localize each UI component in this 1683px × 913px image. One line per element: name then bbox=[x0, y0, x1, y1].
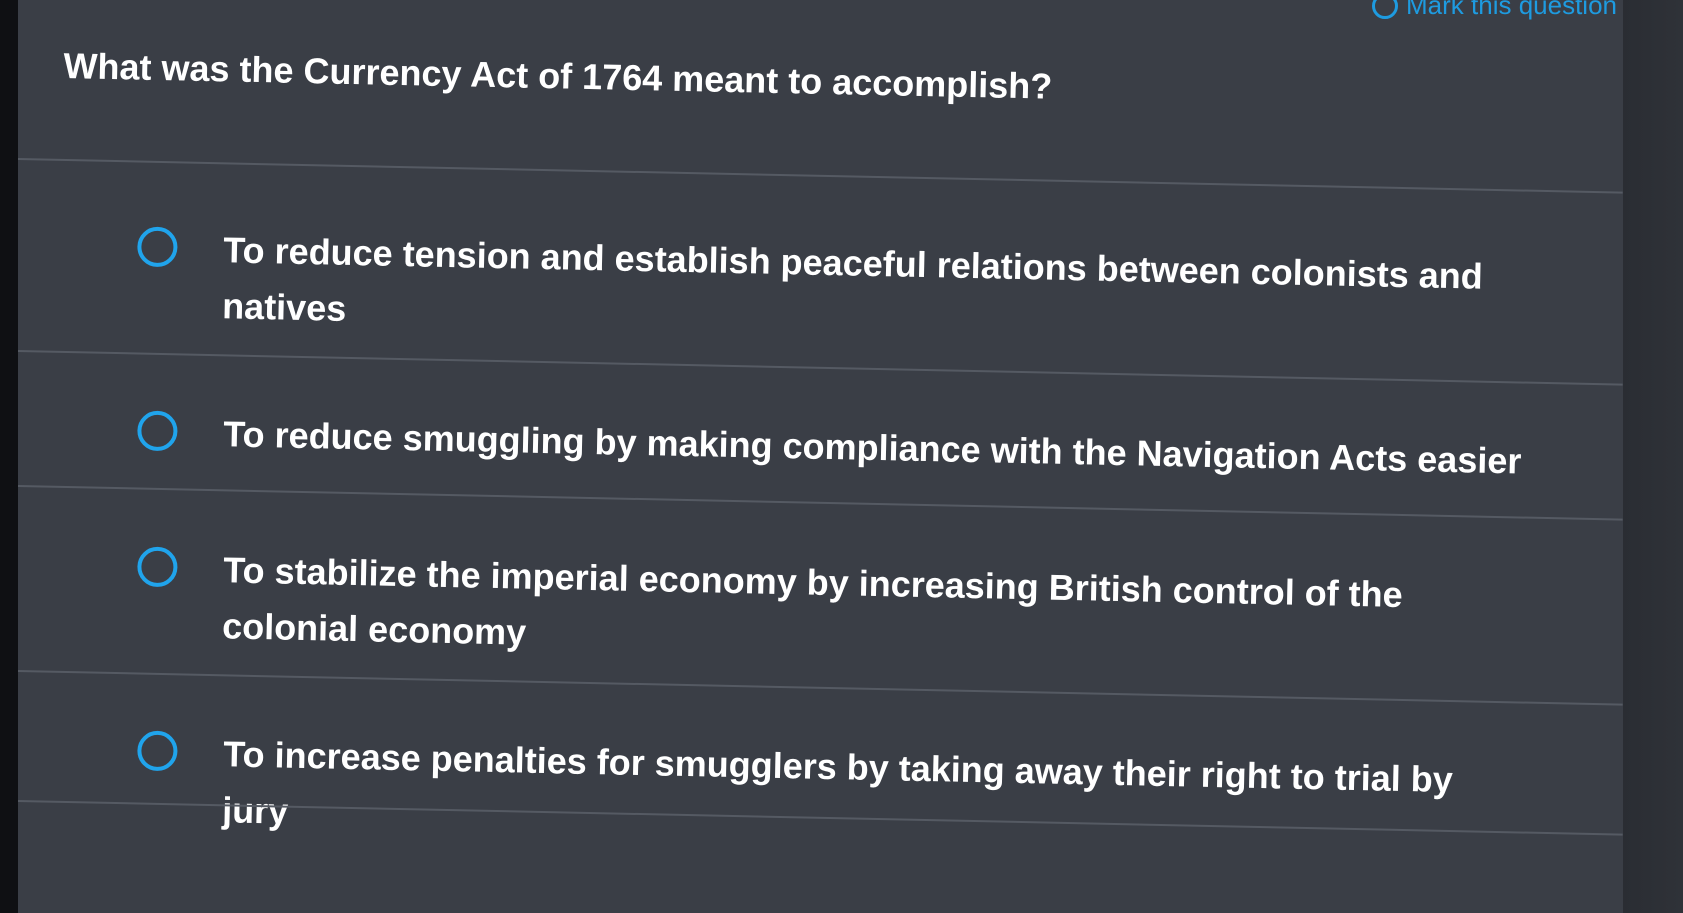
radio-button-icon[interactable] bbox=[137, 226, 178, 268]
divider bbox=[17, 158, 1623, 194]
monitor-bezel bbox=[0, 0, 18, 913]
answer-option-label: To stabilize the imperial economy by inc… bbox=[221, 549, 1404, 653]
background-right-edge bbox=[1623, 0, 1683, 913]
radio-button-icon[interactable] bbox=[137, 410, 178, 452]
answer-option-label: To reduce smuggling by making compliance… bbox=[222, 413, 1522, 482]
radio-button-icon[interactable] bbox=[137, 730, 178, 772]
answer-option-label: To increase penalties for smugglers by t… bbox=[221, 733, 1454, 832]
answer-option-1[interactable]: To reduce tension and establish peaceful… bbox=[16, 218, 1608, 363]
answer-option-label: To reduce tension and establish peaceful… bbox=[221, 229, 1484, 329]
screen: Mark this question What was the Currency… bbox=[0, 0, 1683, 913]
mark-question-button[interactable]: Mark this question bbox=[1372, 0, 1617, 21]
divider bbox=[17, 485, 1623, 521]
radio-button-icon[interactable] bbox=[137, 546, 178, 588]
answer-option-3[interactable]: To stabilize the imperial economy by inc… bbox=[16, 538, 1608, 683]
mark-question-icon bbox=[1372, 0, 1399, 19]
answer-option-2[interactable]: To reduce smuggling by making compliance… bbox=[17, 402, 1608, 491]
mark-question-label: Mark this question bbox=[1406, 0, 1617, 20]
question-text: What was the Currency Act of 1764 meant … bbox=[63, 44, 1053, 107]
question-panel: Mark this question What was the Currency… bbox=[16, 0, 1623, 913]
answer-option-4[interactable]: To increase penalties for smugglers by t… bbox=[16, 722, 1608, 867]
